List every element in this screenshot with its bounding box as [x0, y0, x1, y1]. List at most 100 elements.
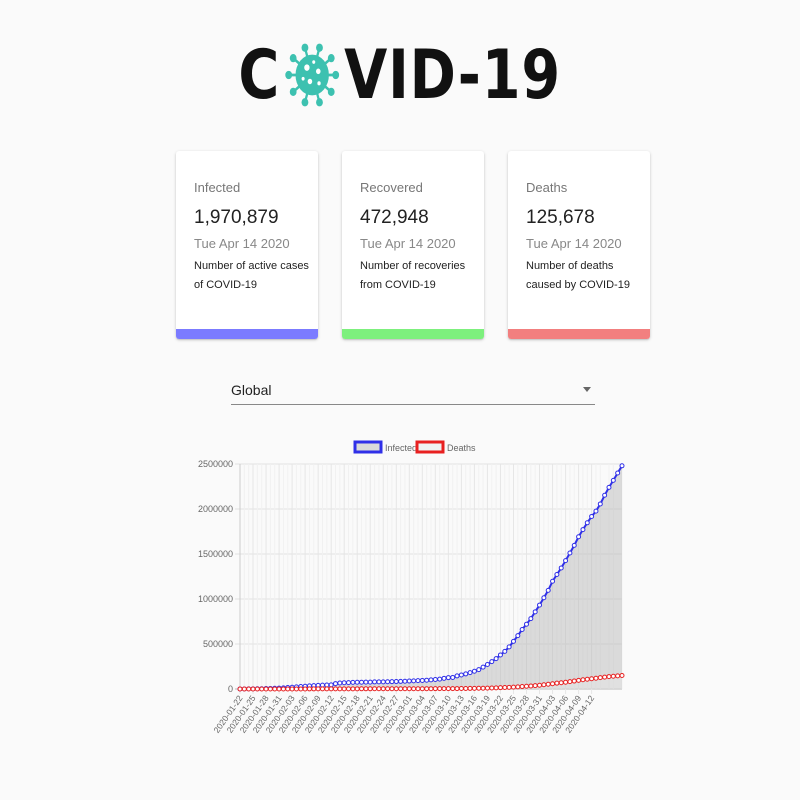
- data-point-deaths: [497, 685, 503, 691]
- data-point-infected: [528, 616, 534, 622]
- data-point-deaths: [619, 673, 625, 678]
- data-point-deaths: [359, 686, 365, 692]
- data-point-infected: [576, 534, 582, 540]
- data-point-infected: [597, 501, 603, 507]
- data-point-deaths: [567, 679, 573, 685]
- data-point-deaths: [424, 686, 430, 692]
- data-point-deaths: [432, 686, 438, 692]
- stats-cards: Infected 1,970,879 Tue Apr 14 2020 Numbe…: [0, 151, 800, 341]
- card-value: 125,678: [526, 207, 595, 228]
- data-point-deaths: [589, 676, 595, 682]
- data-point-deaths: [502, 685, 508, 691]
- data-point-deaths: [415, 686, 421, 692]
- data-point-infected: [524, 621, 529, 627]
- cases-line-chart: 050000010000001500000200000025000002020-…: [198, 440, 625, 735]
- data-point-deaths: [458, 686, 464, 692]
- data-point-deaths: [263, 686, 269, 692]
- card-date: Tue Apr 14 2020: [194, 236, 290, 251]
- data-point-deaths: [489, 685, 495, 691]
- data-point-deaths: [411, 686, 417, 692]
- legend-swatch-infected: [353, 440, 383, 454]
- data-point-infected: [593, 508, 599, 514]
- data-point-deaths: [276, 686, 282, 692]
- data-point-infected: [363, 679, 369, 685]
- data-point-infected: [411, 678, 417, 684]
- data-point-deaths: [324, 686, 330, 692]
- data-point-infected: [532, 609, 538, 615]
- data-point-infected: [385, 679, 391, 685]
- data-point-infected: [341, 680, 347, 686]
- data-point-infected: [519, 627, 525, 633]
- data-point-deaths: [363, 686, 369, 692]
- data-point-deaths: [528, 683, 534, 689]
- data-point-deaths: [471, 685, 477, 691]
- data-point-infected: [441, 675, 447, 681]
- data-point-deaths: [554, 680, 560, 686]
- data-point-deaths: [302, 686, 308, 692]
- data-point-infected: [359, 679, 365, 685]
- data-point-infected: [346, 680, 352, 686]
- data-point-infected: [467, 670, 473, 676]
- card-description: Number of recoveries from COVID-19: [360, 260, 466, 291]
- data-point-deaths: [476, 685, 482, 691]
- data-point-infected: [354, 679, 360, 685]
- logo-text-c: C: [238, 35, 281, 115]
- card-value: 472,948: [360, 207, 429, 228]
- data-point-deaths: [333, 686, 338, 692]
- data-point-infected: [389, 679, 395, 685]
- data-point-deaths: [454, 686, 460, 692]
- data-point-deaths: [241, 686, 247, 692]
- data-point-infected: [337, 680, 343, 686]
- data-point-infected: [380, 679, 386, 685]
- card-description: Number of deaths caused by COVID-19: [526, 260, 630, 291]
- data-point-deaths: [571, 678, 577, 684]
- data-point-infected: [463, 671, 469, 677]
- data-point-deaths: [272, 686, 278, 692]
- data-point-deaths: [367, 686, 373, 692]
- data-point-infected: [450, 674, 456, 680]
- data-point-deaths: [602, 674, 608, 680]
- data-point-deaths: [385, 686, 391, 692]
- data-point-deaths: [484, 685, 490, 691]
- data-point-deaths: [610, 673, 616, 679]
- data-point-deaths: [428, 686, 434, 692]
- data-point-infected: [502, 648, 508, 654]
- data-point-infected: [489, 659, 495, 665]
- data-point-deaths: [532, 683, 538, 689]
- card-description: Number of active cases of COVID-19: [194, 260, 309, 291]
- data-point-deaths: [519, 684, 525, 690]
- data-point-deaths: [341, 686, 347, 692]
- data-point-infected: [589, 513, 595, 519]
- data-point-infected: [393, 679, 399, 685]
- data-point-deaths: [445, 686, 451, 692]
- data-point-infected: [497, 652, 503, 658]
- data-point-deaths: [376, 686, 382, 692]
- data-point-deaths: [293, 686, 299, 692]
- data-point-deaths: [584, 676, 590, 682]
- data-point-deaths: [337, 686, 343, 692]
- data-point-infected: [437, 676, 443, 682]
- data-point-infected: [615, 470, 621, 476]
- data-point-deaths: [597, 675, 603, 681]
- data-point-deaths: [441, 686, 447, 692]
- y-tick-label: 2500000: [198, 459, 233, 469]
- deaths-card: Deaths 125,678 Tue Apr 14 2020 Number of…: [508, 151, 650, 339]
- data-point-infected: [402, 678, 408, 684]
- data-point-deaths: [389, 686, 395, 692]
- data-point-deaths: [372, 686, 378, 692]
- data-point-deaths: [524, 683, 529, 689]
- data-point-infected: [328, 682, 334, 688]
- data-point-infected: [602, 492, 608, 498]
- legend-label-infected: Infected: [385, 443, 417, 453]
- data-point-deaths: [506, 684, 512, 690]
- card-date: Tue Apr 14 2020: [526, 236, 622, 251]
- country-select[interactable]: Global: [231, 377, 595, 405]
- data-point-deaths: [615, 673, 621, 679]
- data-point-deaths: [267, 686, 273, 692]
- data-point-infected: [471, 668, 477, 674]
- data-point-deaths: [515, 684, 521, 690]
- data-point-deaths: [306, 686, 312, 692]
- data-point-deaths: [346, 686, 352, 692]
- data-point-infected: [580, 527, 586, 533]
- data-point-deaths: [285, 686, 291, 692]
